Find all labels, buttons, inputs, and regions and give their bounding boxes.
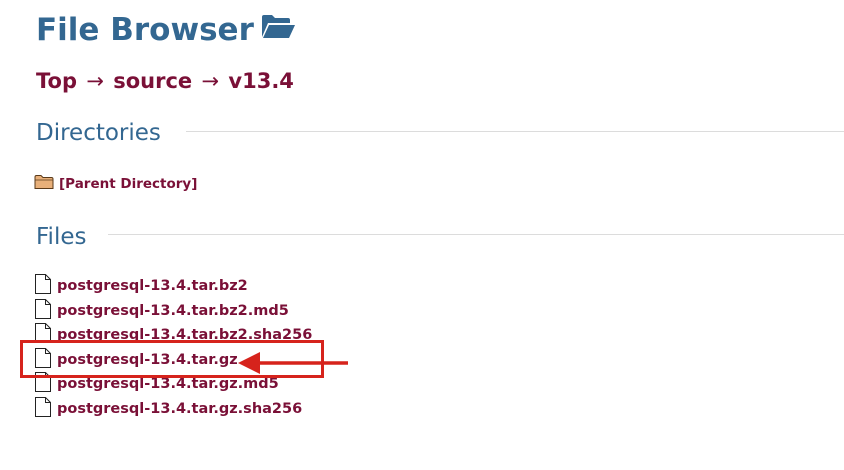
page-title-text: File Browser [36, 12, 254, 48]
left-arrow-annotation [238, 352, 348, 374]
directories-divider [186, 131, 844, 132]
breadcrumb: Top → source → v13.4 [36, 68, 294, 94]
file-icon [34, 396, 52, 422]
breadcrumb-version-link[interactable]: v13.4 [228, 69, 294, 93]
breadcrumb-separator: → [86, 69, 104, 93]
file-link[interactable]: postgresql-13.4.tar.bz2 [57, 278, 248, 294]
file-link[interactable]: postgresql-13.4.tar.bz2.md5 [57, 303, 289, 319]
breadcrumb-separator: → [201, 69, 220, 93]
file-icon [34, 273, 52, 299]
list-item: postgresql-13.4.tar.gz.sha256 [34, 396, 312, 422]
files-heading: Files [36, 224, 87, 250]
breadcrumb-source-link[interactable]: source [113, 69, 192, 93]
file-link[interactable]: postgresql-13.4.tar.gz.md5 [57, 376, 279, 392]
file-icon [34, 298, 52, 324]
parent-directory-link[interactable]: [Parent Directory] [59, 176, 197, 192]
list-item: postgresql-13.4.tar.bz2.md5 [34, 298, 312, 324]
file-link[interactable]: postgresql-13.4.tar.gz.sha256 [57, 401, 302, 417]
folder-icon [34, 174, 54, 194]
page-title: File Browser [36, 10, 296, 52]
list-item: [Parent Directory] [34, 172, 197, 197]
files-divider [108, 234, 844, 235]
list-item: postgresql-13.4.tar.bz2 [34, 274, 312, 299]
open-folder-icon [260, 9, 296, 49]
breadcrumb-top-link[interactable]: Top [36, 69, 77, 93]
directories-heading: Directories [36, 120, 161, 146]
directory-list: [Parent Directory] [34, 172, 197, 197]
